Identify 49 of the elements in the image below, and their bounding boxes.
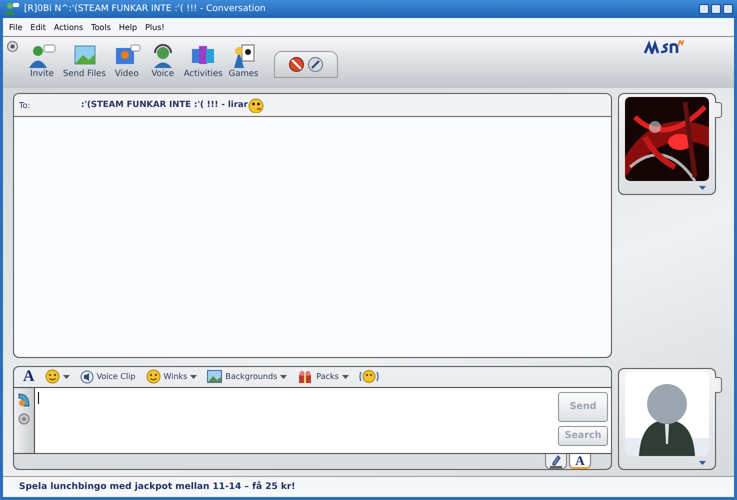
toolbar-button[interactable]: Send Files [60, 41, 109, 79]
menu-item[interactable]: File [5, 22, 26, 32]
caret-icon [280, 374, 288, 379]
caret-icon [190, 374, 198, 379]
toolbar-button[interactable]: Video [108, 41, 145, 79]
nudge-icon [358, 369, 379, 384]
buddy-icon [4, 2, 20, 16]
smiley-icon [146, 369, 161, 384]
handwriting-icon [549, 454, 563, 468]
toolbar-button[interactable]: Games [226, 41, 262, 79]
menu-item[interactable]: Edit [26, 22, 50, 32]
input-mode-tab[interactable]: A [569, 454, 591, 469]
person-icon [27, 43, 57, 69]
format-button[interactable]: Winks [142, 369, 200, 384]
input-mode-tab[interactable] [545, 454, 567, 469]
trumpet-icon[interactable] [17, 392, 31, 408]
caret-icon [62, 374, 70, 379]
smiley-icon [44, 369, 60, 384]
caret-icon [342, 374, 349, 379]
nudge-small-icon[interactable] [18, 412, 30, 425]
caret-icon[interactable] [698, 186, 706, 190]
minimize-button[interactable] [699, 4, 709, 14]
status-text: Spela lunchbingo med jackpot mellan 11-14 – få 25 kr! [19, 482, 296, 492]
toolbar-button[interactable]: Voice [144, 41, 181, 79]
collapse-handle[interactable] [715, 377, 722, 393]
window-title: [R]0Bi N^:'(STEAM FUNKAR INTE :'( !!! - Conversation [24, 4, 266, 14]
image-icon [207, 370, 222, 384]
format-button[interactable]: Voice Clip [76, 370, 139, 384]
format-button[interactable]: Backgrounds [204, 370, 290, 384]
contact-name: :'(STEAM FUNKAR INTE :'( !!! - lirar [81, 100, 248, 110]
menu-item[interactable]: Plus! [141, 22, 169, 32]
pen-icon[interactable] [308, 57, 323, 72]
maximize-button[interactable] [711, 4, 721, 14]
caret-icon[interactable] [698, 461, 706, 465]
collapse-handle[interactable] [715, 102, 722, 118]
speaker-icon [80, 370, 94, 384]
close-button[interactable] [723, 4, 733, 14]
menu-item[interactable]: Actions [50, 22, 88, 32]
collapse-icon[interactable] [7, 41, 18, 52]
format-button[interactable]: Packs [294, 370, 352, 384]
gift-icon [297, 370, 314, 384]
toolbar-button[interactable]: Activities [180, 41, 226, 79]
to-label: To: [19, 100, 32, 110]
toolbar-button[interactable]: Invite [24, 41, 60, 79]
menu-item[interactable]: Tools [87, 22, 115, 32]
format-button[interactable]: A [20, 368, 38, 385]
emoticon-icon [248, 98, 264, 112]
block-icon[interactable] [288, 57, 304, 72]
menu-item[interactable]: Help [114, 22, 142, 32]
